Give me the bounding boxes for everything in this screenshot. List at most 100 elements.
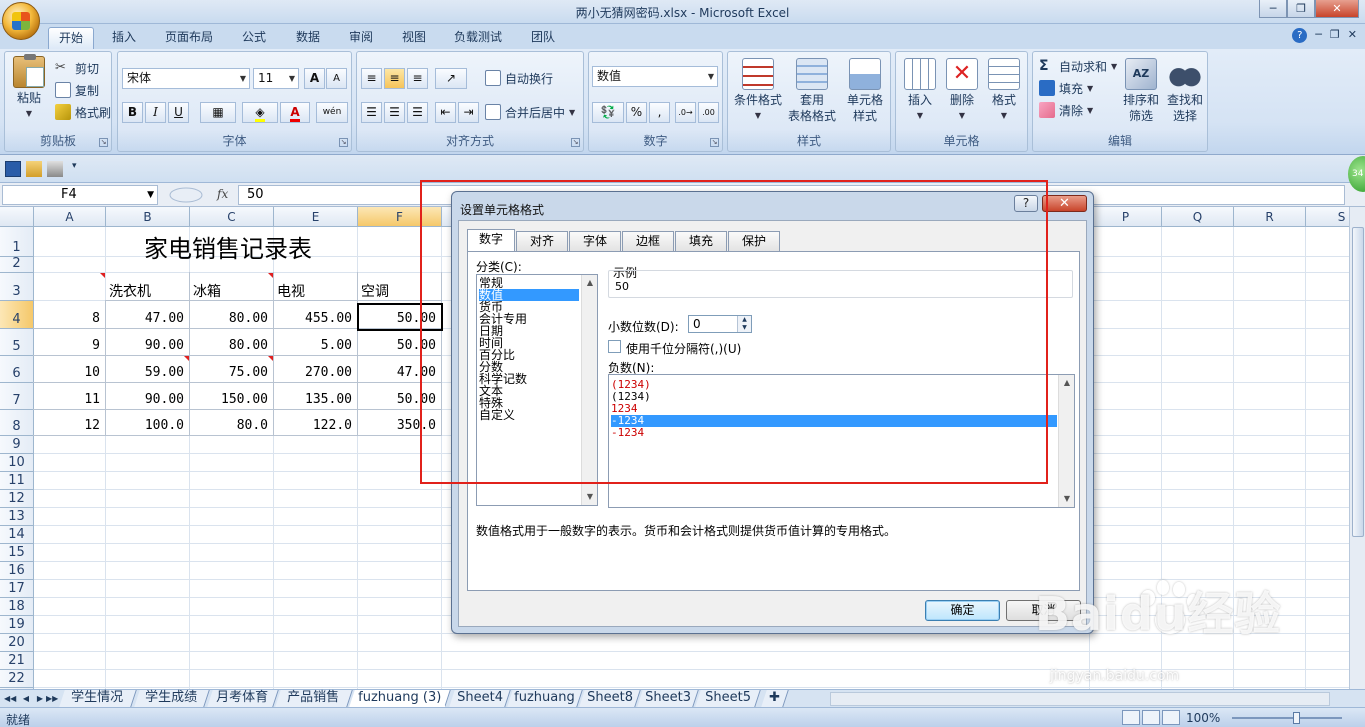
insert-cells-button[interactable]: 插入 ▼ (900, 58, 940, 124)
number-format-select[interactable]: 数值 ▼ (592, 66, 718, 87)
scroll-up-icon[interactable]: ▲ (1059, 375, 1075, 391)
increase-indent-button[interactable]: ⇥ (458, 102, 479, 123)
help-icon[interactable]: ? (1292, 28, 1308, 43)
fill-button[interactable]: 填充 ▼ (1039, 78, 1093, 98)
tab-review[interactable]: 审阅 (337, 27, 385, 49)
sheet-tab[interactable]: Sheet4 (449, 690, 511, 707)
dialog-close-button[interactable]: ✕ (1042, 195, 1087, 212)
row-header[interactable]: 9 (0, 436, 34, 454)
bold-button[interactable]: B (122, 102, 143, 123)
borders-button[interactable]: ▦ (200, 102, 236, 123)
tab-insert[interactable]: 插入 (100, 27, 148, 49)
row-header[interactable]: 20 (0, 634, 34, 652)
copy-button[interactable]: 复制 (55, 80, 99, 100)
insert-sheet-button[interactable]: ✚ (761, 690, 789, 707)
normal-view-icon[interactable] (1122, 710, 1140, 725)
column-header-s[interactable]: S (1306, 207, 1349, 227)
autosum-button[interactable]: Σ 自动求和 ▼ (1039, 56, 1117, 76)
vertical-scroll-thumb[interactable] (1352, 227, 1364, 537)
tab-data[interactable]: 数据 (284, 27, 332, 49)
tab-view[interactable]: 视图 (390, 27, 438, 49)
minimize-ribbon-icon[interactable]: ─ (1315, 28, 1322, 43)
sheet-tab[interactable]: Sheet5 (695, 690, 761, 707)
row-header[interactable]: 12 (0, 490, 34, 508)
align-bottom-button[interactable]: ≡ (407, 68, 428, 89)
sheet-tab[interactable]: Sheet3 (637, 690, 699, 707)
vertical-scrollbar[interactable] (1349, 207, 1365, 689)
align-center-button[interactable]: ☰ (384, 102, 405, 123)
format-painter-button[interactable]: 格式刷 (55, 102, 111, 122)
format-cells-button[interactable]: 格式 ▼ (984, 58, 1024, 124)
row-header[interactable]: 2 (0, 256, 34, 273)
select-all-corner[interactable] (0, 207, 34, 227)
row-header[interactable]: 10 (0, 454, 34, 472)
font-color-button[interactable]: A (280, 102, 310, 123)
phonetic-button[interactable]: wén (316, 102, 348, 123)
sheet-tab[interactable]: Sheet8 (579, 690, 641, 707)
prev-sheet-icon[interactable]: ◀ (20, 692, 32, 705)
clipboard-launcher-icon[interactable]: ↘ (99, 138, 108, 147)
column-header-a[interactable]: A (34, 207, 106, 227)
row-header[interactable]: 6 (0, 356, 34, 383)
italic-button[interactable]: I (145, 102, 166, 123)
delete-cells-button[interactable]: ✕ 删除 ▼ (942, 58, 982, 124)
tab-team[interactable]: 团队 (519, 27, 567, 49)
zoom-level[interactable]: 100% (1186, 711, 1220, 725)
align-top-button[interactable]: ≡ (361, 68, 382, 89)
wrap-text-button[interactable]: 自动换行 (485, 68, 553, 88)
cell-styles-button[interactable]: 单元格 样式 (840, 58, 890, 124)
last-sheet-icon[interactable]: ▶▶ (46, 692, 58, 705)
row-header[interactable]: 16 (0, 562, 34, 580)
close-window-button[interactable]: ✕ (1315, 0, 1359, 18)
find-select-button[interactable]: 查找和 选择 (1163, 58, 1207, 124)
ok-button[interactable]: 确定 (925, 600, 1000, 621)
row-header[interactable]: 19 (0, 616, 34, 634)
column-header-e[interactable]: E (274, 207, 358, 227)
increase-decimal-button[interactable]: .0→ (675, 102, 696, 123)
row-header[interactable]: 22 (0, 670, 34, 688)
restore-button[interactable]: ❐ (1287, 0, 1315, 18)
minimize-button[interactable]: ─ (1259, 0, 1287, 18)
sheet-tab[interactable]: 学生情况 (59, 690, 137, 707)
column-header-q[interactable]: Q (1162, 207, 1234, 227)
font-size-select[interactable]: 11 ▼ (253, 68, 299, 89)
comment-indicator-icon[interactable] (268, 356, 273, 361)
first-sheet-icon[interactable]: ◀◀ (4, 692, 16, 705)
alignment-launcher-icon[interactable]: ↘ (571, 138, 580, 147)
percent-button[interactable]: % (626, 102, 647, 123)
page-layout-view-icon[interactable] (1142, 710, 1160, 725)
row-header[interactable]: 7 (0, 383, 34, 410)
column-header-b[interactable]: B (106, 207, 190, 227)
scroll-down-icon[interactable]: ▼ (1059, 491, 1075, 507)
tab-home[interactable]: 开始 (48, 27, 94, 49)
decrease-decimal-button[interactable]: .00 (698, 102, 719, 123)
print-icon[interactable] (47, 161, 63, 177)
format-as-table-button[interactable]: 套用 表格格式 (786, 58, 838, 124)
sheet-tab[interactable]: 月考体育 (207, 690, 279, 707)
row-header[interactable]: 1 (0, 227, 34, 257)
cut-button[interactable]: ✂ 剪切 (55, 58, 99, 78)
column-header-p[interactable]: P (1090, 207, 1162, 227)
underline-button[interactable]: U (168, 102, 189, 123)
font-launcher-icon[interactable]: ↘ (339, 138, 348, 147)
formula-zoom-icon[interactable] (166, 186, 216, 204)
row-header[interactable]: 15 (0, 544, 34, 562)
row-header[interactable]: 3 (0, 273, 34, 301)
tab-formulas[interactable]: 公式 (230, 27, 278, 49)
row-header[interactable]: 8 (0, 410, 34, 436)
sort-filter-button[interactable]: AZ 排序和 筛选 (1119, 58, 1163, 124)
font-name-select[interactable]: 宋体 ▼ (122, 68, 250, 89)
page-break-view-icon[interactable] (1162, 710, 1180, 725)
restore-ribbon-icon[interactable]: ❐ (1330, 28, 1340, 43)
column-header-r[interactable]: R (1234, 207, 1306, 227)
sheet-tab[interactable]: fuzhuang (3) (349, 690, 451, 707)
negative-scrollbar[interactable]: ▲ ▼ (1058, 375, 1074, 507)
zoom-slider[interactable] (1232, 717, 1342, 719)
horizontal-scrollbar[interactable] (830, 692, 1330, 706)
sheet-tab[interactable]: 产品销售 (275, 690, 353, 707)
orientation-button[interactable]: ↗ (435, 68, 467, 89)
comment-indicator-icon[interactable] (268, 273, 273, 278)
comment-indicator-icon[interactable] (100, 273, 105, 278)
decrease-indent-button[interactable]: ⇤ (435, 102, 456, 123)
shrink-font-button[interactable]: A (326, 68, 347, 89)
